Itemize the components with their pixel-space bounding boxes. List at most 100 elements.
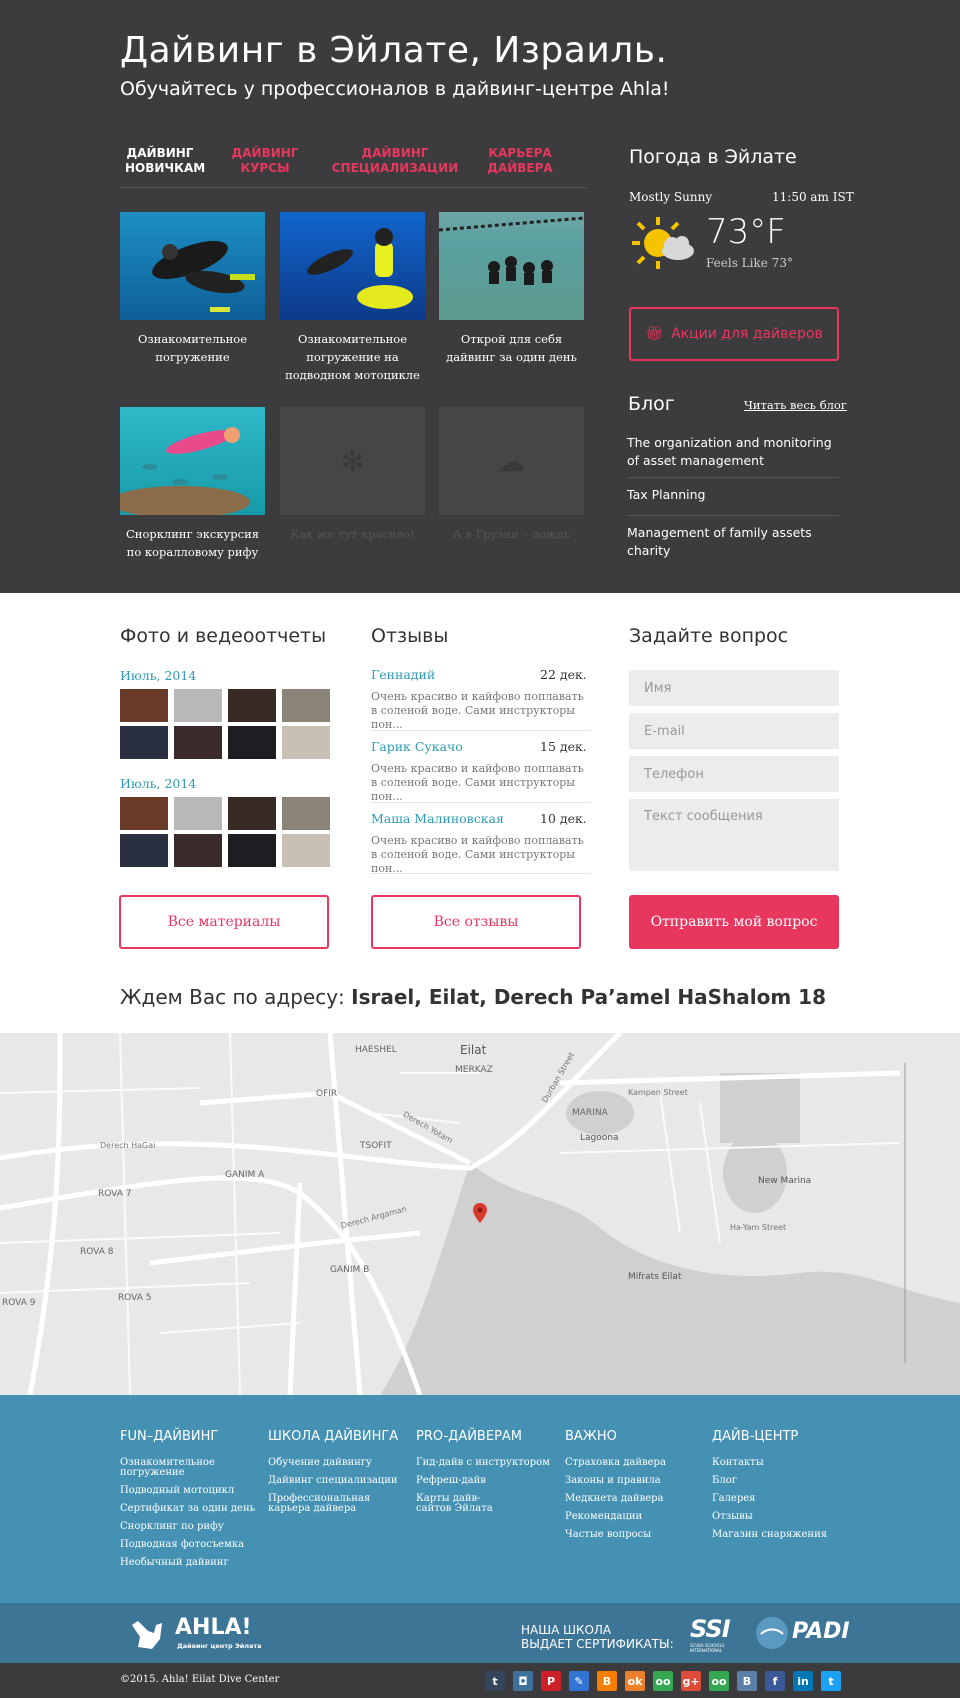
card-intro-dive[interactable]: Ознакомительное погружение: [120, 212, 265, 366]
photo-thumb[interactable]: [120, 726, 168, 759]
photo-grid: [120, 797, 330, 867]
map-pin-icon[interactable]: [473, 1203, 487, 1223]
question-title: Задайте вопрос: [629, 625, 789, 647]
blog-read-all-link[interactable]: Читать весь блог: [744, 398, 847, 412]
twitter-icon[interactable]: t: [821, 1671, 841, 1691]
photo-thumb[interactable]: [228, 689, 276, 722]
all-materials-button[interactable]: Все материалы: [119, 895, 329, 949]
footer-link[interactable]: Снорклинг по рифу: [120, 1522, 265, 1532]
photo-thumb[interactable]: [228, 726, 276, 759]
footer-link[interactable]: Гид-дайв с инструктором: [416, 1458, 561, 1468]
facebook-icon[interactable]: f: [765, 1671, 785, 1691]
photo-thumb[interactable]: [174, 797, 222, 830]
promo-button[interactable]: 🎁︎ Акции для дайверов: [629, 307, 839, 361]
photo-thumb[interactable]: [282, 797, 330, 830]
footer-link[interactable]: Законы и правила: [565, 1476, 710, 1486]
tab-courses[interactable]: ДАЙВИНГ КУРСЫ: [230, 146, 300, 176]
blog-post[interactable]: Management of family assets charity: [627, 524, 839, 560]
tripadvisor2-icon[interactable]: oo: [709, 1671, 729, 1691]
message-textarea[interactable]: Текст сообщения: [629, 799, 839, 871]
footer-link[interactable]: Галерея: [712, 1494, 857, 1504]
delicious-icon[interactable]: ✎: [569, 1671, 589, 1691]
tab-specializations[interactable]: ДАЙВИНГ СПЕЦИАЛИЗАЦИИ: [330, 146, 460, 176]
footer-link[interactable]: Контакты: [712, 1458, 857, 1468]
footer-link[interactable]: Сертификат за один день: [120, 1504, 265, 1514]
photo-thumb[interactable]: [282, 726, 330, 759]
page-subtitle: Обучайтесь у профессионалов в дайвинг-це…: [120, 78, 670, 100]
blog-post[interactable]: Tax Planning: [627, 486, 839, 504]
photo-thumb[interactable]: [228, 797, 276, 830]
card-rain[interactable]: ☁ А в Грузии – дождь: [439, 407, 584, 543]
footer-link[interactable]: Карты дайв- сайтов Эйлата: [416, 1494, 516, 1514]
review-author[interactable]: Геннадий: [371, 667, 435, 682]
map-label: New Marina: [758, 1176, 812, 1186]
footer-link[interactable]: Блог: [712, 1476, 857, 1486]
all-reviews-button[interactable]: Все отзывы: [371, 895, 581, 949]
tumblr-icon[interactable]: t: [485, 1671, 505, 1691]
photo-thumb[interactable]: [228, 834, 276, 867]
photo-thumb[interactable]: [174, 726, 222, 759]
tripadvisor-icon[interactable]: oo: [653, 1671, 673, 1691]
blogger-icon[interactable]: B: [597, 1671, 617, 1691]
card-underwater-scooter[interactable]: Ознакомительное погружение на подводном …: [280, 212, 425, 384]
photo-thumb[interactable]: [174, 834, 222, 867]
blog-post[interactable]: The organization and monitoring of asset…: [627, 434, 839, 470]
footer-link[interactable]: Отзывы: [712, 1512, 857, 1522]
map-label: HAESHEL: [355, 1045, 397, 1055]
footer-link[interactable]: Подводная фотосъемка: [120, 1540, 265, 1550]
review-author[interactable]: Гарик Сукачо: [371, 739, 463, 754]
map-label: Eilat: [460, 1043, 487, 1057]
divider: [371, 802, 591, 803]
submit-question-button[interactable]: Отправить мой вопрос: [629, 895, 839, 949]
category-tabs: ДАЙВИНГ НОВИЧКАМ ДАЙВИНГ КУРСЫ ДАЙВИНГ СПЕЦ…: [120, 146, 586, 188]
footer-link[interactable]: Ознакомительное погружение: [120, 1458, 220, 1478]
vk-icon[interactable]: B: [737, 1671, 757, 1691]
footer-link[interactable]: Рефреш-дайв: [416, 1476, 561, 1486]
tab-beginners[interactable]: ДАЙВИНГ НОВИЧКАМ: [125, 146, 205, 176]
card-caption: Ознакомительное погружение на подводном …: [285, 332, 420, 382]
footer-link[interactable]: Медкнета дайвера: [565, 1494, 710, 1504]
footer-link[interactable]: Частые вопросы: [565, 1530, 710, 1540]
card-caption: Снорклинг экскурсия по коралловому рифу: [126, 527, 259, 559]
instagram-icon[interactable]: ◘: [513, 1671, 533, 1691]
phone-input[interactable]: Телефон: [629, 756, 839, 792]
photo-thumb[interactable]: [120, 797, 168, 830]
photo-thumb[interactable]: [120, 689, 168, 722]
footer-link[interactable]: Магазин снаряжения: [712, 1530, 857, 1540]
footer-link[interactable]: Профессиональная карьера дайвера: [268, 1494, 393, 1514]
pinterest-icon[interactable]: P: [541, 1671, 561, 1691]
footer-link[interactable]: Подводный мотоцикл: [120, 1486, 265, 1496]
odnoklassniki-icon[interactable]: ok: [625, 1671, 645, 1691]
footer-link[interactable]: Необычный дайвинг: [120, 1558, 265, 1568]
footer-col-title: FUN–ДАЙВИНГ: [120, 1429, 219, 1444]
review-date: 15 дек.: [540, 739, 587, 754]
card-discover-dive[interactable]: Открой для себя дайвинг за один день: [439, 212, 584, 366]
footer-link[interactable]: Обучение дайвингу: [268, 1458, 413, 1468]
card-snorkeling[interactable]: Снорклинг экскурсия по коралловому рифу: [120, 407, 265, 561]
ssi-subtitle: SCUBA SCHOOLS INTERNATIONAL: [690, 1643, 725, 1653]
googleplus-icon[interactable]: g+: [681, 1671, 701, 1691]
map[interactable]: Eilat HAESHEL MERKAZ OFIR TSOFIT MARINA …: [0, 1033, 960, 1395]
review-author[interactable]: Маша Малиновская: [371, 811, 504, 826]
email-input[interactable]: E-mail: [629, 713, 839, 749]
name-input[interactable]: Имя: [629, 670, 839, 706]
hero-section: Дайвинг в Эйлате, Израиль. Обучайтесь у …: [0, 0, 960, 593]
footer-col-title: ШКОЛА ДАЙВИНГА: [268, 1429, 399, 1444]
photo-thumb[interactable]: [120, 834, 168, 867]
photo-thumb[interactable]: [282, 834, 330, 867]
map-label: ROVA 7: [98, 1189, 132, 1199]
footer-link[interactable]: Рекомендации: [565, 1512, 710, 1522]
footer-link[interactable]: Страховка дайвера: [565, 1458, 710, 1468]
card-beautiful[interactable]: ✻ Как же тут красиво!: [280, 407, 425, 543]
footer-link[interactable]: Дайвинг специализации: [268, 1476, 413, 1486]
linkedin-icon[interactable]: in: [793, 1671, 813, 1691]
review-text: Очень красиво и кайфово поплавать в соле…: [371, 762, 584, 803]
divider: [371, 873, 591, 874]
copyright-text: ©2015. Ahla! Eilat Dive Center: [120, 1674, 280, 1685]
brand-logo[interactable]: AHLA!: [175, 1615, 252, 1640]
photo-thumb[interactable]: [282, 689, 330, 722]
photo-thumb[interactable]: [174, 689, 222, 722]
tab-career[interactable]: КАРЬЕРА ДАЙВЕРА: [485, 146, 555, 176]
month-label: Июль, 2014: [120, 668, 197, 683]
footer-col-title: PRO-ДАЙВЕРАМ: [416, 1429, 523, 1444]
